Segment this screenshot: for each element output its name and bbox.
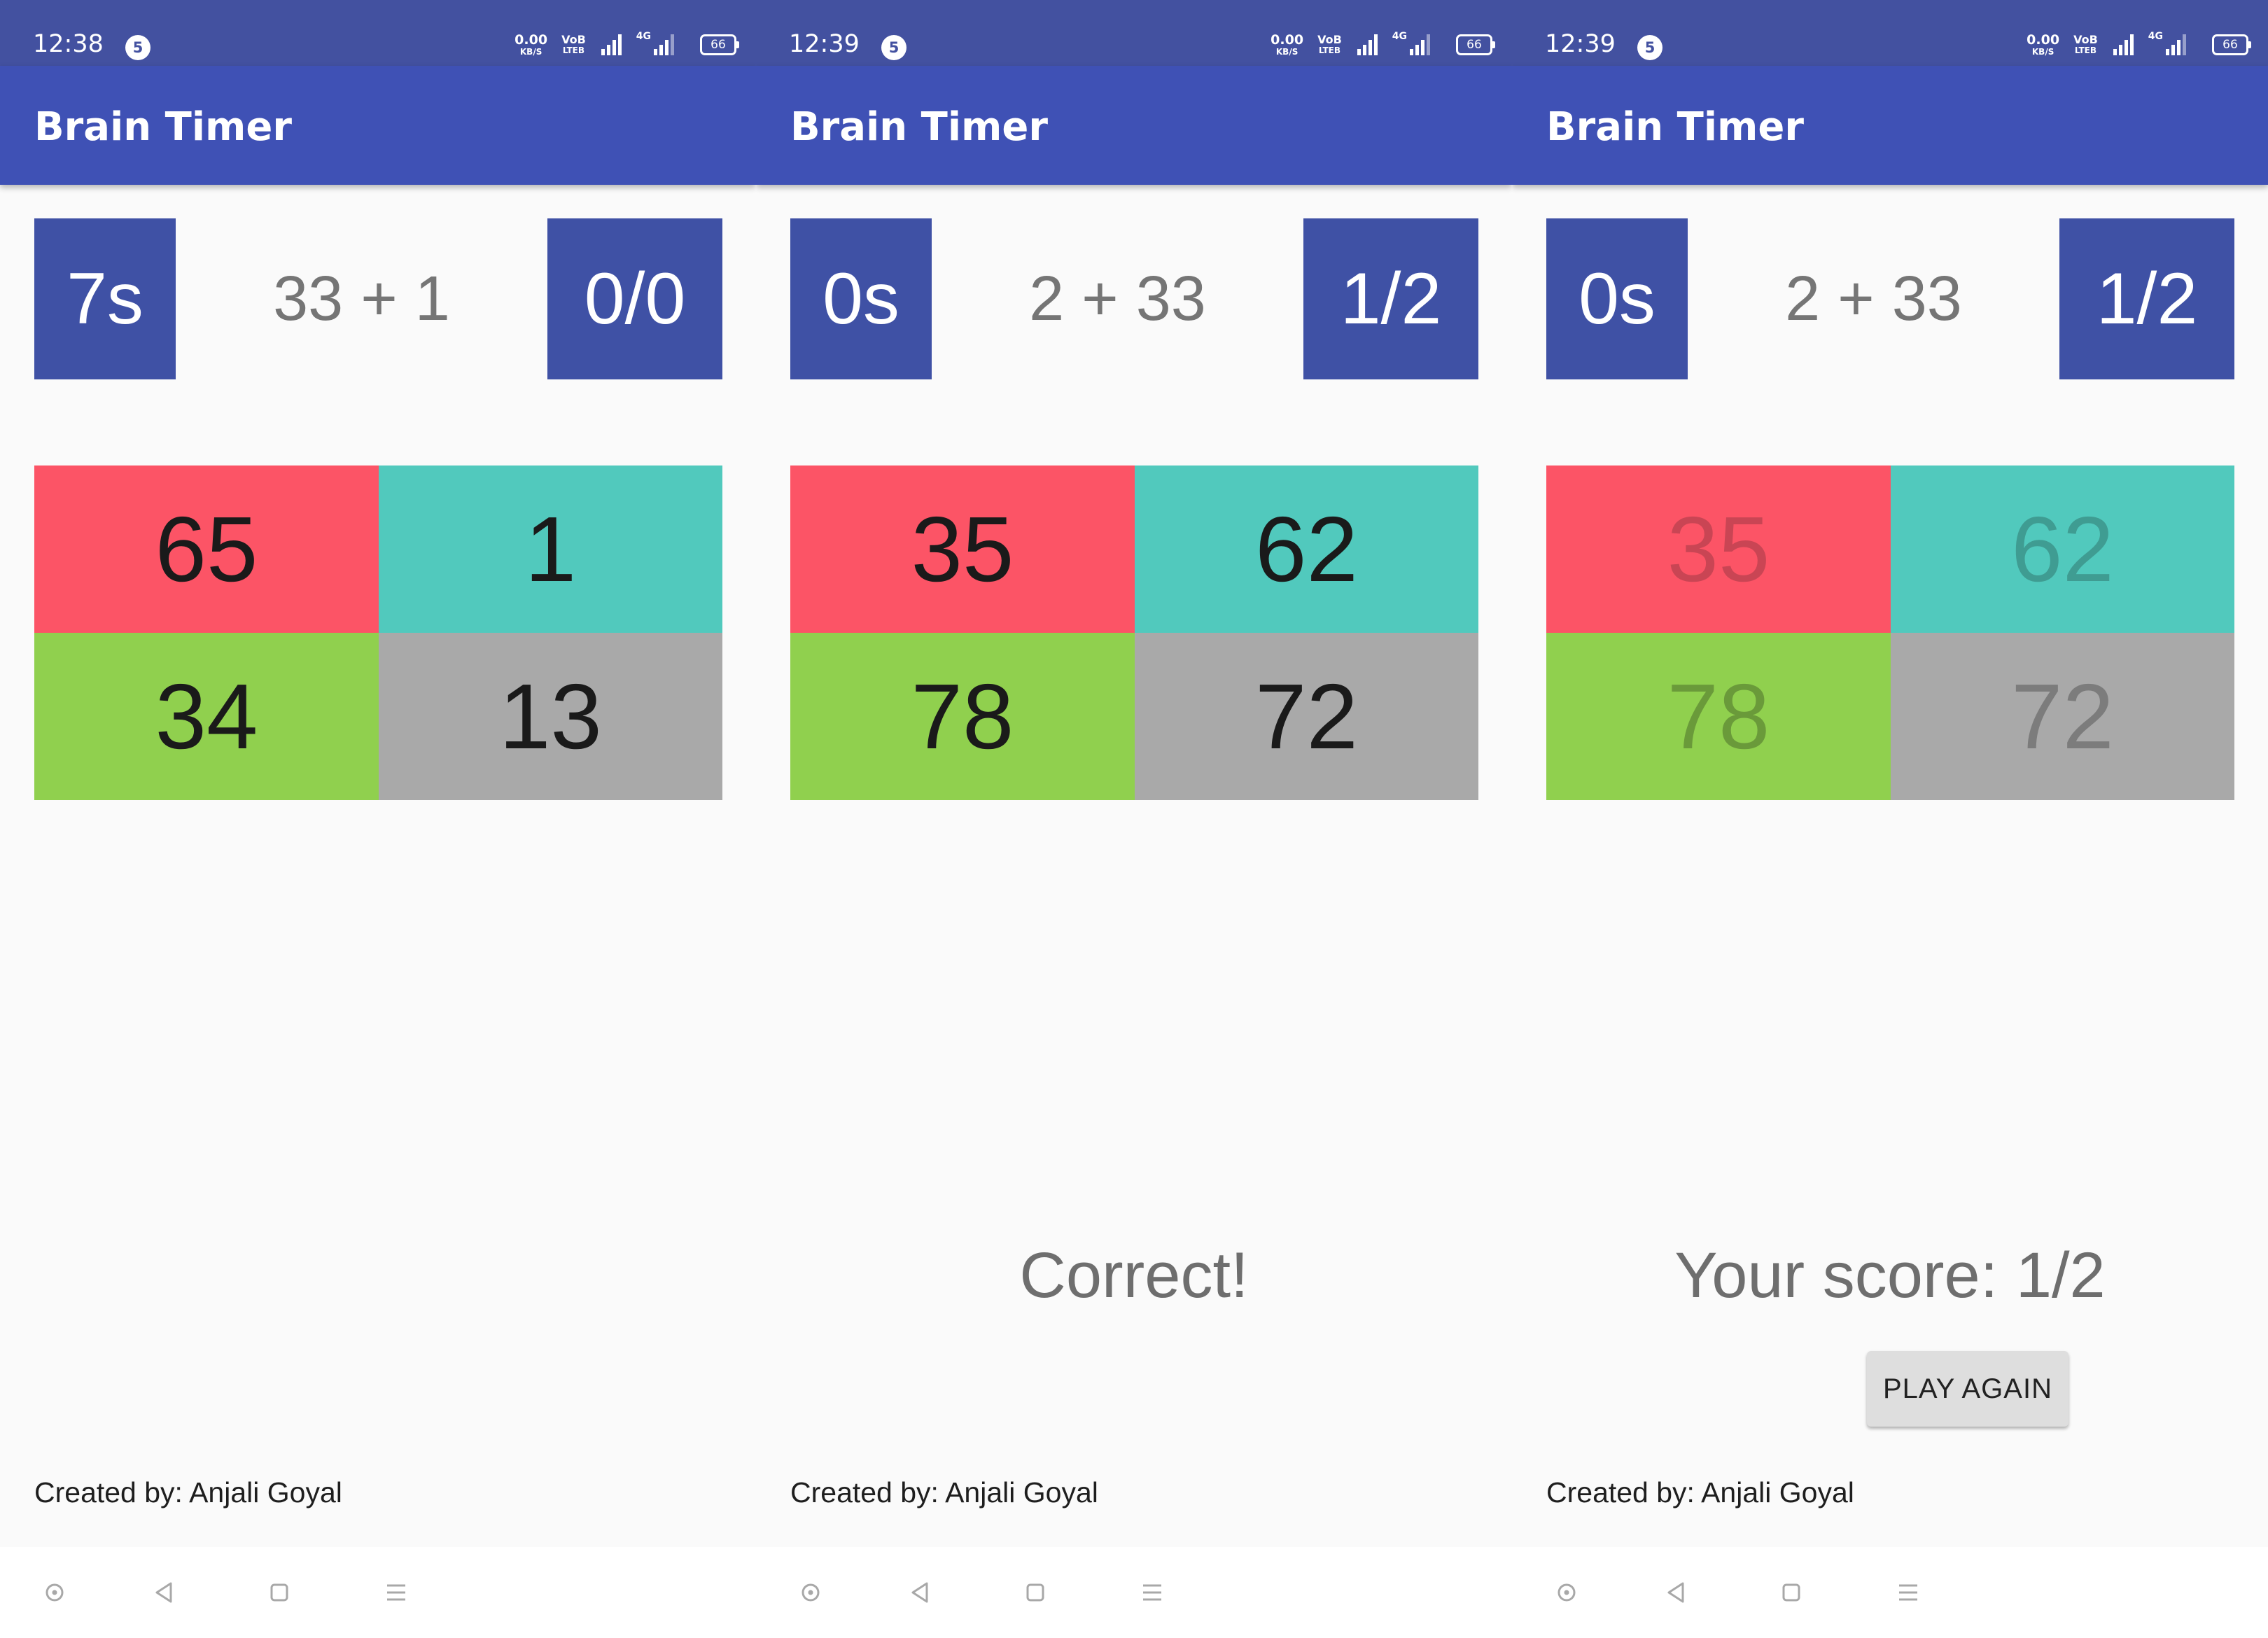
net-speed-indicator: 0.00 KB/S: [514, 31, 548, 57]
signal-strength-icon: [1357, 34, 1380, 55]
volte-icon: VoB LTEB: [561, 33, 586, 56]
score-display: 0/0: [547, 218, 722, 379]
app-title: Brain Timer: [790, 104, 1048, 150]
credit-text: Created by: Anjali Goyal: [1546, 1476, 1854, 1508]
app-title: Brain Timer: [34, 104, 292, 150]
battery-icon: 66: [2212, 34, 2251, 55]
phone-screen-1: 12:38 5 0.00 KB/S VoB LTEB 4G 66 Brain T…: [0, 0, 756, 1638]
menu-lines-icon[interactable]: [379, 1575, 414, 1610]
home-square-icon[interactable]: [262, 1575, 297, 1610]
signal-strength-2-icon: [2166, 34, 2188, 55]
credit-text: Created by: Anjali Goyal: [34, 1476, 342, 1508]
back-triangle-icon[interactable]: [903, 1575, 938, 1610]
status-bar: 12:39 5 0.00 KB/S VoB LTEB 4G 66: [756, 0, 1512, 66]
score-display: 1/2: [1303, 218, 1478, 379]
answer-button-2[interactable]: 1: [379, 465, 722, 633]
answer-button-4: 72: [1891, 633, 2234, 800]
answer-button-4[interactable]: 72: [1135, 633, 1478, 800]
assistant-dot-icon[interactable]: [793, 1575, 828, 1610]
question-text: 33 + 1: [273, 263, 450, 334]
phone-screen-2: 12:39 5 0.00 KB/S VoB LTEB 4G 66 Brain T…: [756, 0, 1512, 1638]
app-bar: Brain Timer: [0, 66, 756, 185]
notification-badge: 5: [1637, 35, 1662, 60]
answer-button-1[interactable]: 65: [34, 465, 379, 633]
timer-display: 0s: [790, 218, 932, 379]
app-bar: Brain Timer: [756, 66, 1512, 185]
result-message: Correct!: [1019, 1240, 1249, 1311]
play-again-button[interactable]: PLAY AGAIN: [1867, 1351, 2068, 1427]
credit-text: Created by: Anjali Goyal: [790, 1476, 1098, 1508]
signal-strength-icon: [601, 34, 624, 55]
answer-button-3[interactable]: 78: [790, 633, 1135, 800]
navigation-bar: [756, 1547, 1512, 1638]
assistant-dot-icon[interactable]: [37, 1575, 72, 1610]
notification-badge: 5: [881, 35, 906, 60]
phone-screen-3: 12:39 5 0.00 KB/S VoB LTEB 4G 66 Brain T…: [1512, 0, 2268, 1638]
question-text: 2 + 33: [1785, 263, 1962, 334]
menu-lines-icon[interactable]: [1135, 1575, 1170, 1610]
navigation-bar: [1512, 1547, 2268, 1638]
score-display: 1/2: [2059, 218, 2234, 379]
status-time: 12:39: [1545, 30, 1616, 58]
net-speed-value: 0.00: [1270, 31, 1304, 48]
volte-icon: VoB LTEB: [2073, 33, 2098, 56]
timer-display: 0s: [1546, 218, 1688, 379]
final-score-message: Your score: 1/2: [1674, 1240, 2106, 1311]
network-type-label: 4G: [1392, 31, 1407, 42]
answer-button-3: 78: [1546, 633, 1891, 800]
net-speed-unit: KB/S: [1275, 46, 1298, 57]
answer-grid: 35 62 78 72: [1546, 465, 2234, 800]
status-bar: 12:39 5 0.00 KB/S VoB LTEB 4G 66: [1512, 0, 2268, 66]
signal-strength-2-icon: [1410, 34, 1432, 55]
status-icons: 0.00 KB/S VoB LTEB 4G 66: [2026, 31, 2251, 59]
net-speed-value: 0.00: [514, 31, 548, 48]
answer-button-2[interactable]: 62: [1135, 465, 1478, 633]
navigation-bar: [0, 1547, 756, 1638]
status-icons: 0.00 KB/S VoB LTEB 4G 66: [1270, 31, 1495, 59]
network-type-label: 4G: [2148, 31, 2163, 42]
network-type-label: 4G: [636, 31, 651, 42]
status-time: 12:38: [33, 30, 104, 58]
net-speed-value: 0.00: [2026, 31, 2060, 48]
signal-strength-icon: [2113, 34, 2136, 55]
home-square-icon[interactable]: [1774, 1575, 1809, 1610]
notification-badge: 5: [125, 35, 150, 60]
answer-button-1[interactable]: 35: [790, 465, 1135, 633]
home-square-icon[interactable]: [1018, 1575, 1053, 1610]
net-speed-indicator: 0.00 KB/S: [2026, 31, 2060, 57]
back-triangle-icon[interactable]: [1659, 1575, 1694, 1610]
battery-icon: 66: [700, 34, 739, 55]
volte-icon: VoB LTEB: [1317, 33, 1342, 56]
answer-grid: 35 62 78 72: [790, 465, 1478, 800]
question-text: 2 + 33: [1029, 263, 1206, 334]
answer-button-3[interactable]: 34: [34, 633, 379, 800]
app-bar: Brain Timer: [1512, 66, 2268, 185]
menu-lines-icon[interactable]: [1891, 1575, 1926, 1610]
answer-button-2: 62: [1891, 465, 2234, 633]
assistant-dot-icon[interactable]: [1549, 1575, 1584, 1610]
app-title: Brain Timer: [1546, 104, 1804, 150]
signal-strength-2-icon: [654, 34, 676, 55]
timer-display: 7s: [34, 218, 176, 379]
status-bar: 12:38 5 0.00 KB/S VoB LTEB 4G 66: [0, 0, 756, 66]
battery-icon: 66: [1456, 34, 1495, 55]
status-time: 12:39: [789, 30, 860, 58]
status-icons: 0.00 KB/S VoB LTEB 4G 66: [514, 31, 739, 59]
net-speed-indicator: 0.00 KB/S: [1270, 31, 1304, 57]
net-speed-unit: KB/S: [2031, 46, 2054, 57]
back-triangle-icon[interactable]: [147, 1575, 182, 1610]
answer-button-1: 35: [1546, 465, 1891, 633]
answer-button-4[interactable]: 13: [379, 633, 722, 800]
net-speed-unit: KB/S: [519, 46, 542, 57]
answer-grid: 65 1 34 13: [34, 465, 722, 800]
